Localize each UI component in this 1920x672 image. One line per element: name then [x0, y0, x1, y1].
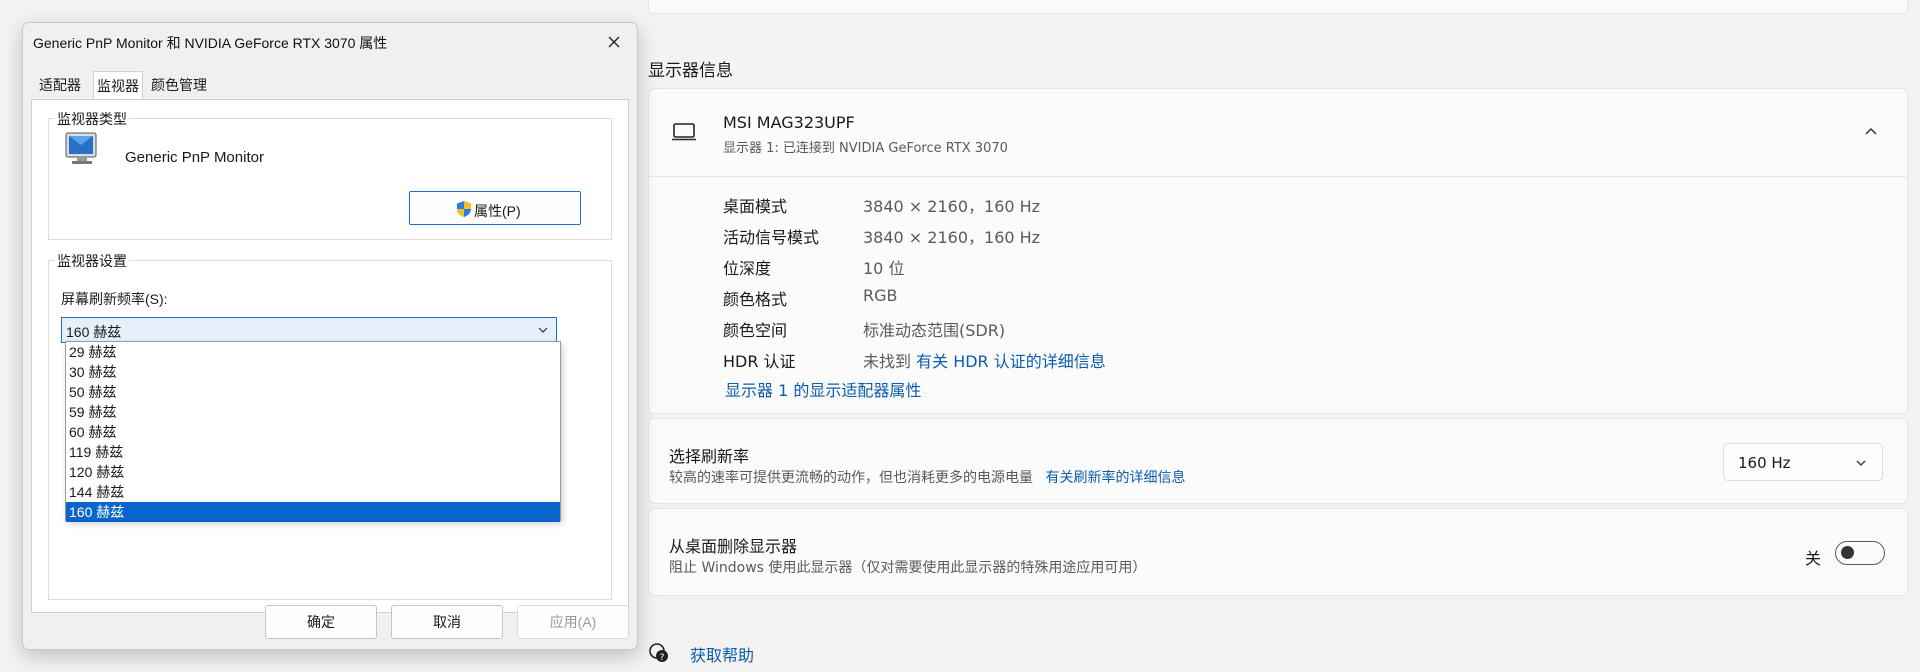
- monitor-properties-dialog: Generic PnP Monitor 和 NVIDIA GeForce RTX…: [22, 22, 638, 650]
- shield-icon: [457, 201, 471, 217]
- chevron-down-icon: [1856, 460, 1866, 466]
- section-title: 显示器信息: [648, 61, 733, 81]
- toggle-knob: [1841, 546, 1854, 559]
- monitor-type-label: 监视器类型: [55, 109, 129, 129]
- refresh-rate-info-link[interactable]: 有关刷新率的详细信息: [1045, 470, 1185, 486]
- apply-button[interactable]: 应用(A): [517, 605, 629, 639]
- dialog-title: Generic PnP Monitor 和 NVIDIA GeForce RTX…: [33, 35, 388, 51]
- info-label: 活动信号模式: [723, 228, 820, 247]
- list-item[interactable]: 144 赫兹: [66, 482, 560, 502]
- list-item[interactable]: 119 赫兹: [66, 442, 560, 462]
- display-info-header[interactable]: MSI MAG323UPF 显示器 1: 已连接到 NVIDIA GeForce…: [649, 89, 1907, 177]
- ok-button[interactable]: 确定: [265, 605, 377, 639]
- monitor-settings-label: 监视器设置: [55, 251, 129, 271]
- info-label: 颜色格式: [723, 290, 788, 309]
- refresh-rate-card: 选择刷新率 较高的速率可提供更流畅的动作，但也消耗更多的电源电量 有关刷新率的详…: [648, 418, 1908, 504]
- monitor-icon: [672, 123, 696, 141]
- svg-text:?: ?: [660, 653, 665, 663]
- refresh-rate-select[interactable]: 160 Hz: [1723, 443, 1883, 481]
- cancel-button[interactable]: 取消: [391, 605, 503, 639]
- refresh-rate-combobox[interactable]: 160 赫兹: [61, 317, 557, 343]
- list-item[interactable]: 29 赫兹: [66, 342, 560, 362]
- list-item-selected[interactable]: 160 赫兹: [66, 502, 560, 522]
- info-label: 位深度: [723, 259, 772, 278]
- tab-monitor[interactable]: 监视器: [93, 71, 143, 99]
- remove-display-card: 从桌面删除显示器 阻止 Windows 使用此显示器（仅对需要使用此显示器的特殊…: [648, 508, 1908, 596]
- info-value: RGB: [863, 286, 898, 305]
- hdr-info-link[interactable]: 有关 HDR 认证的详细信息: [916, 352, 1106, 371]
- remove-display-description: 阻止 Windows 使用此显示器（仅对需要使用此显示器的特殊用途应用可用）: [669, 560, 1147, 576]
- info-value: 3840 × 2160，160 Hz: [863, 228, 1041, 247]
- info-value: 标准动态范围(SDR): [863, 321, 1006, 340]
- refresh-rate-value: 160 Hz: [1738, 454, 1791, 472]
- crt-monitor-icon: [65, 132, 97, 164]
- monitor-name: MSI MAG323UPF: [723, 113, 855, 132]
- properties-button-label: 属性(P): [474, 203, 521, 219]
- refresh-rate-selected: 160 赫兹: [66, 324, 122, 340]
- info-value: 3840 × 2160，160 Hz: [863, 197, 1041, 216]
- properties-button[interactable]: 属性(P): [409, 191, 581, 225]
- list-item[interactable]: 120 赫兹: [66, 462, 560, 482]
- display-info-card: MSI MAG323UPF 显示器 1: 已连接到 NVIDIA GeForce…: [648, 88, 1908, 414]
- monitor-subtitle: 显示器 1: 已连接到 NVIDIA GeForce RTX 3070: [723, 141, 1008, 156]
- refresh-rate-label: 屏幕刷新频率(S):: [61, 291, 168, 307]
- list-item[interactable]: 50 赫兹: [66, 382, 560, 402]
- monitor-type-name: Generic PnP Monitor: [125, 149, 264, 166]
- info-value: 未找到 有关 HDR 认证的详细信息: [863, 348, 1106, 372]
- info-value: 10 位: [863, 259, 905, 278]
- chevron-down-icon: [538, 327, 548, 333]
- info-label: HDR 认证: [723, 352, 796, 371]
- toggle-state-label: 关: [1805, 549, 1822, 568]
- tab-adapter[interactable]: 适配器: [37, 75, 83, 97]
- refresh-rate-title: 选择刷新率: [669, 447, 750, 466]
- adapter-properties-link[interactable]: 显示器 1 的显示适配器属性: [725, 377, 921, 401]
- refresh-rate-desc-text: 较高的速率可提供更流畅的动作，但也消耗更多的电源电量: [669, 470, 1033, 486]
- list-item[interactable]: 59 赫兹: [66, 402, 560, 422]
- get-help-link[interactable]: 获取帮助: [690, 642, 754, 666]
- close-icon[interactable]: [601, 29, 627, 55]
- info-label: 桌面模式: [723, 197, 788, 216]
- monitor-type-group: 监视器类型 Generic PnP Monitor 属性(P): [48, 109, 612, 240]
- tab-color-management[interactable]: 颜色管理: [149, 75, 209, 97]
- hdr-value: 未找到: [863, 352, 912, 371]
- list-item[interactable]: 60 赫兹: [66, 422, 560, 442]
- top-card: [648, 0, 1908, 14]
- remove-display-title: 从桌面删除显示器: [669, 537, 798, 556]
- help-icon: ?: [649, 643, 668, 663]
- list-item[interactable]: 30 赫兹: [66, 362, 560, 382]
- remove-display-toggle[interactable]: [1835, 541, 1885, 565]
- refresh-rate-dropdown-list: 29 赫兹 30 赫兹 50 赫兹 59 赫兹 60 赫兹 119 赫兹 120…: [65, 341, 561, 522]
- refresh-rate-description: 较高的速率可提供更流畅的动作，但也消耗更多的电源电量 有关刷新率的详细信息: [669, 467, 1185, 487]
- info-label: 颜色空间: [723, 321, 788, 340]
- chevron-up-icon[interactable]: [1863, 123, 1879, 139]
- display-settings-page: 显示器信息 MSI MAG323UPF 显示器 1: 已连接到 NVIDIA G…: [648, 0, 1908, 672]
